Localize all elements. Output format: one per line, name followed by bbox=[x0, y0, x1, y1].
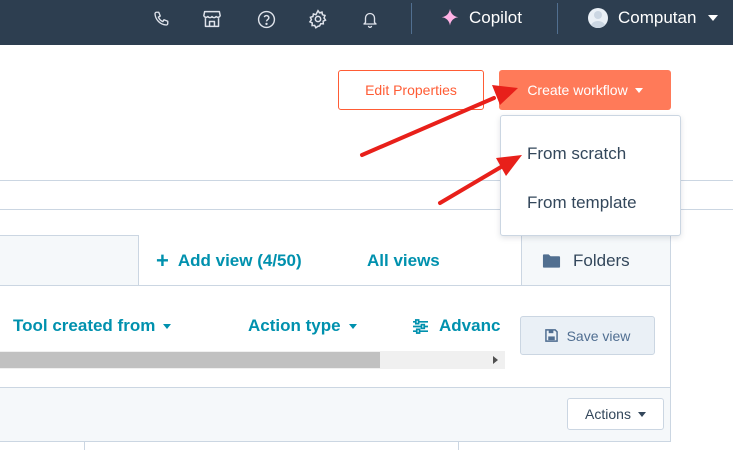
marketplace-icon[interactable] bbox=[199, 8, 225, 30]
folder-icon bbox=[542, 253, 561, 268]
notifications-icon[interactable] bbox=[357, 8, 383, 30]
avatar bbox=[588, 8, 608, 28]
create-workflow-label: Create workflow bbox=[527, 82, 628, 98]
filter-action-type[interactable]: Action type bbox=[248, 316, 357, 336]
add-view-button[interactable]: + Add view (4/50) bbox=[156, 248, 302, 274]
save-view-label: Save view bbox=[566, 327, 631, 344]
edit-properties-label: Edit Properties bbox=[365, 82, 457, 98]
create-workflow-menu: From scratch From template bbox=[500, 115, 681, 236]
advanced-filters-button[interactable]: Advanc bbox=[412, 310, 505, 342]
account-name: Computan bbox=[618, 8, 697, 27]
top-nav: Copilot Computan bbox=[0, 0, 733, 45]
create-workflow-button[interactable]: Create workflow bbox=[499, 70, 671, 110]
copilot-label: Copilot bbox=[469, 8, 522, 27]
settings-icon[interactable] bbox=[305, 8, 331, 30]
nav-divider bbox=[411, 3, 412, 34]
phone-icon[interactable] bbox=[148, 8, 174, 30]
actions-button[interactable]: Actions bbox=[567, 398, 664, 430]
folders-tab[interactable]: Folders bbox=[521, 235, 671, 286]
scroll-right-arrow-icon[interactable] bbox=[493, 356, 498, 364]
all-views-link[interactable]: All views bbox=[367, 251, 440, 271]
chevron-down-icon bbox=[163, 323, 172, 329]
chevron-down-icon bbox=[348, 323, 357, 329]
folders-label: Folders bbox=[573, 250, 630, 270]
add-view-label: Add view (4/50) bbox=[177, 251, 302, 270]
save-view-button[interactable]: Save view bbox=[520, 316, 655, 355]
advanced-filters: Advanc bbox=[412, 316, 500, 336]
scrollbar-thumb[interactable] bbox=[0, 352, 380, 368]
view-tab[interactable] bbox=[0, 235, 139, 285]
help-icon[interactable] bbox=[253, 8, 279, 30]
plus-icon: + bbox=[156, 248, 169, 273]
filter-tool-created-from[interactable]: Tool created from bbox=[13, 316, 172, 336]
filter-label: Tool created from bbox=[13, 316, 156, 335]
horizontal-scrollbar[interactable] bbox=[0, 351, 505, 369]
chevron-down-icon bbox=[634, 87, 643, 93]
sliders-icon bbox=[413, 318, 428, 334]
table-header-row bbox=[0, 441, 671, 450]
menu-item-from-scratch[interactable]: From scratch bbox=[527, 144, 626, 164]
filter-label: Action type bbox=[248, 316, 341, 335]
chevron-down-icon bbox=[708, 15, 719, 21]
edit-properties-button[interactable]: Edit Properties bbox=[338, 70, 484, 110]
nav-divider bbox=[557, 3, 558, 34]
copilot-sparkle-icon bbox=[441, 8, 459, 26]
column-divider bbox=[458, 441, 459, 450]
filter-label: Advanc bbox=[439, 316, 501, 335]
menu-item-from-template[interactable]: From template bbox=[527, 193, 637, 213]
account-menu[interactable]: Computan bbox=[588, 6, 719, 30]
save-icon bbox=[544, 329, 558, 342]
column-divider bbox=[84, 441, 85, 450]
copilot-button[interactable]: Copilot bbox=[440, 6, 522, 30]
chevron-down-icon bbox=[637, 411, 646, 417]
actions-label: Actions bbox=[585, 406, 631, 422]
